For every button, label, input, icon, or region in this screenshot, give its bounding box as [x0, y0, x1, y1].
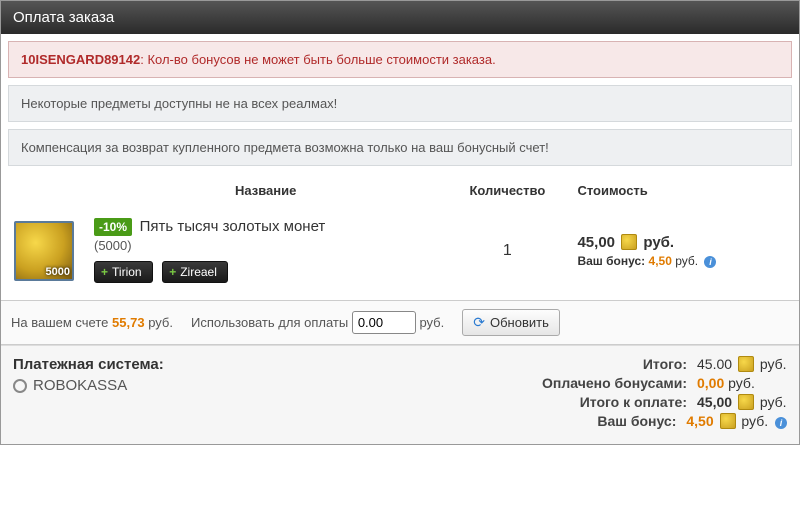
content-area: 10ISENGARD89142: Кол-во бонусов не может… [1, 34, 799, 300]
your-bonus-label: Ваш бонус: [506, 413, 676, 429]
refresh-button[interactable]: ⟳ Обновить [462, 309, 560, 336]
window-title: Оплата заказа [1, 1, 799, 34]
info-icon[interactable]: i [775, 417, 787, 429]
to-pay-label: Итого к оплате: [517, 394, 687, 410]
coin-icon [621, 234, 637, 250]
item-icon[interactable]: 5000 [14, 221, 74, 281]
coin-icon [738, 356, 754, 372]
col-name: Название [88, 173, 443, 208]
item-subtitle: (5000) [94, 238, 437, 253]
account-balance: На вашем счете 55,73 руб. [11, 315, 173, 330]
table-row: 5000 -10% Пять тысяч золотых монет (5000… [8, 208, 792, 293]
total-label: Итого: [517, 356, 687, 372]
order-payment-window: Оплата заказа 10ISENGARD89142: Кол-во бо… [0, 0, 800, 445]
payment-system: Платежная система: ROBOKASSA [13, 356, 164, 432]
info-icon[interactable]: i [704, 256, 716, 268]
total-value: 45.00 руб. [697, 356, 787, 372]
bonus-amount-input[interactable] [352, 311, 416, 334]
summary-section: Платежная система: ROBOKASSA Итого: 45.0… [1, 345, 799, 444]
coin-icon [720, 413, 736, 429]
to-pay-value: 45,00 руб. [697, 394, 787, 410]
item-title: Пять тысяч золотых монет [140, 218, 326, 235]
plus-icon: + [169, 265, 176, 279]
alert-realm-availability: Некоторые предметы доступны не на всех р… [8, 85, 792, 122]
cart-table: Название Количество Стоимость 5000 -10% [8, 173, 792, 293]
discount-badge: -10% [94, 218, 132, 236]
paid-bonus-value: 0,00 руб. [697, 375, 787, 391]
item-icon-count: 5000 [46, 266, 70, 278]
radio-icon [13, 379, 27, 393]
use-for-payment: Использовать для оплаты руб. [191, 311, 444, 334]
payment-system-label: Платежная система: [13, 356, 164, 373]
payment-option-robokassa[interactable]: ROBOKASSA [13, 377, 164, 394]
plus-icon: + [101, 265, 108, 279]
item-quantity: 1 [443, 208, 571, 293]
balance-row: На вашем счете 55,73 руб. Использовать д… [1, 300, 799, 345]
totals: Итого: 45.00 руб. Оплачено бонусами: 0,0… [506, 356, 787, 432]
error-code: 10ISENGARD89142 [21, 52, 140, 67]
col-qty: Количество [443, 173, 571, 208]
server-tag-zireael[interactable]: +Zireael [162, 261, 228, 283]
server-tag-tirion[interactable]: +Tirion [94, 261, 153, 283]
item-price: 45,00 руб. [577, 234, 786, 251]
alert-error: 10ISENGARD89142: Кол-во бонусов не может… [8, 41, 792, 78]
alert-refund-policy: Компенсация за возврат купленного предме… [8, 129, 792, 166]
error-message: : Кол-во бонусов не может быть больше ст… [140, 52, 495, 67]
paid-bonus-label: Оплачено бонусами: [517, 375, 687, 391]
coin-icon [738, 394, 754, 410]
col-price: Стоимость [571, 173, 792, 208]
server-tags: +Tirion +Zireael [94, 261, 437, 283]
your-bonus-value: 4,50 руб. i [686, 413, 787, 429]
refresh-icon: ⟳ [473, 314, 485, 331]
item-bonus: Ваш бонус: 4,50 руб. i [577, 254, 786, 268]
